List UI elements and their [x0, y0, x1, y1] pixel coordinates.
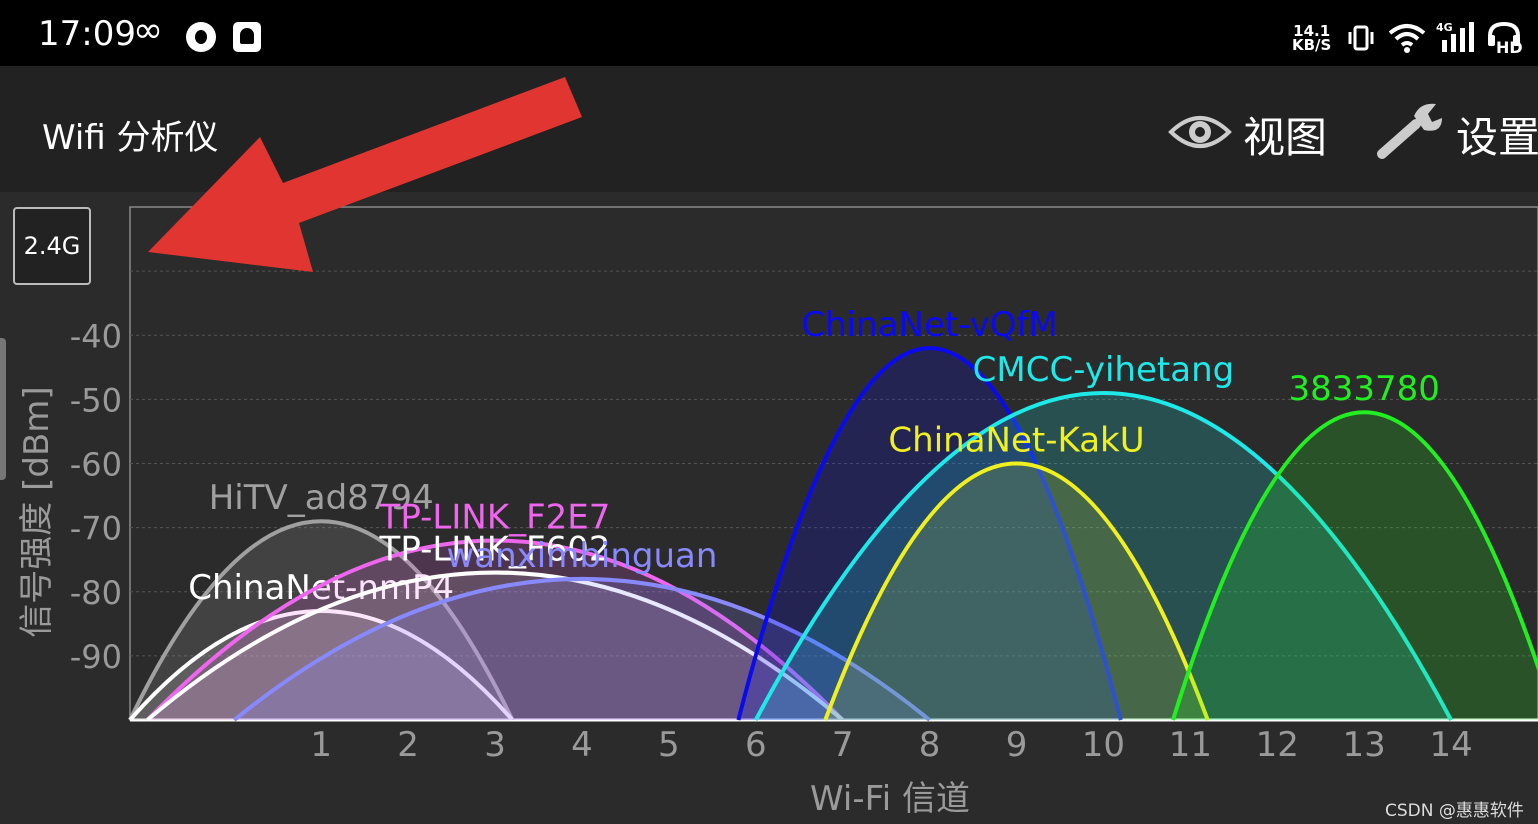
status-bar: 17:09 ∞ 14.1 KB/S 4G HD — [0, 0, 1538, 66]
x-tick-label: 3 — [484, 725, 506, 765]
wrench-icon[interactable] — [1376, 100, 1448, 160]
app-notification-icon — [233, 22, 261, 52]
network-label: ChinaNet-KakU — [888, 421, 1144, 461]
infinity-icon: ∞ — [133, 10, 163, 51]
wifi-icon — [1388, 24, 1426, 53]
x-tick-label: 13 — [1343, 725, 1386, 765]
x-tick-label: 7 — [832, 725, 854, 765]
y-tick-label: -70 — [70, 510, 122, 548]
x-tick-label: 9 — [1006, 725, 1028, 765]
app-notification-icon — [186, 22, 216, 52]
y-tick-label: -50 — [70, 381, 122, 419]
x-tick-label: 11 — [1169, 725, 1212, 765]
channel-graph: -40-50-60-70-80-901 2 3 4 5 6 7 8 9 10 11 12 13 14Wi-… — [17, 206, 1538, 819]
x-tick-label: 1 — [310, 725, 332, 765]
x-tick-label: 10 — [1082, 725, 1125, 765]
settings-menu-button[interactable]: 设置 — [1456, 104, 1538, 165]
network-label: 3833780 — [1288, 369, 1439, 409]
x-tick-label: 14 — [1429, 725, 1472, 765]
y-axis-label: 信号强度 [dBm] — [17, 386, 57, 637]
y-tick-label: -80 — [70, 574, 122, 612]
network-label: wanximbinguan — [446, 536, 717, 576]
x-axis-label: Wi-Fi 信道 — [810, 779, 970, 819]
view-menu-button[interactable]: 视图 — [1243, 104, 1327, 165]
y-tick-label: -90 — [70, 638, 122, 676]
4g-signal-icon: 4G — [1436, 21, 1474, 52]
network-speed: 14.1 KB/S — [1292, 24, 1332, 54]
network-speed-unit: KB/S — [1292, 36, 1332, 54]
hd-call-icon: HD — [1488, 21, 1523, 54]
y-tick-label: -40 — [70, 317, 122, 355]
status-time: 17:09 — [38, 14, 136, 54]
x-tick-label: 2 — [397, 725, 419, 765]
x-tick-label: 8 — [919, 725, 941, 765]
side-drawer-handle[interactable] — [0, 338, 6, 480]
eye-icon[interactable] — [1168, 110, 1232, 154]
x-tick-label: 6 — [745, 725, 767, 765]
x-tick-label: 12 — [1256, 725, 1299, 765]
app-toolbar: Wifi 分析仪 视图 设置 — [0, 66, 1538, 192]
svg-text:HD: HD — [1496, 38, 1523, 54]
x-tick-label: 5 — [658, 725, 680, 765]
x-tick-label: 4 — [571, 725, 593, 765]
band-toggle-button[interactable]: 2.4G — [13, 207, 91, 285]
watermark: CSDN @惠惠软件 — [1385, 801, 1524, 821]
app-title: Wifi 分析仪 — [42, 118, 219, 158]
vibrate-icon — [1348, 25, 1374, 51]
network-label: ChinaNet-vQfM — [801, 305, 1057, 345]
network-label: CMCC-yihetang — [973, 350, 1235, 390]
y-tick-label: -60 — [70, 446, 122, 484]
svg-text:4G: 4G — [1436, 21, 1453, 34]
